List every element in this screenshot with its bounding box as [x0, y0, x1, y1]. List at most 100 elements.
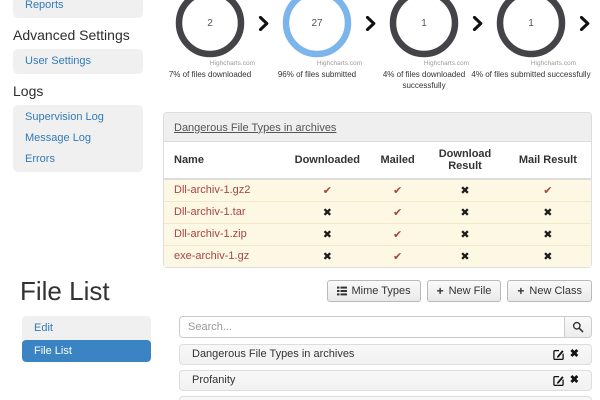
chart-files-submitted: 27 Highcharts.com 96% of files submitted — [270, 0, 364, 81]
mime-types-label: Mime Types — [351, 284, 411, 297]
status-mark: ✔ — [370, 200, 426, 224]
highcharts-credit[interactable]: Highcharts.com — [377, 60, 471, 67]
edit-icon[interactable] — [553, 349, 564, 360]
list-item[interactable]: Harmless Level 3 Files ✖ — [179, 395, 592, 400]
status-mark: ✔ — [370, 244, 426, 267]
nav-item-file-list[interactable]: File List — [22, 339, 151, 362]
plus-icon: + — [517, 283, 525, 298]
column-header-download-result: Download Result — [425, 141, 505, 180]
sidebar-item-message-log[interactable]: Message Log — [13, 128, 143, 149]
user-settings-box: User Settings — [13, 49, 143, 74]
new-file-label: New File — [448, 284, 492, 297]
column-header-downloaded: Downloaded — [284, 141, 371, 180]
table-header-row: Name Downloaded Mailed Download Result M… — [164, 141, 591, 180]
chart-submitted-successfully: 1 Highcharts.com 4% of files submitted s… — [471, 0, 591, 81]
plus-icon: + — [436, 283, 444, 298]
chevron-right-icon — [578, 16, 591, 31]
file-name-cell: exe-archiv-1.gz — [164, 244, 285, 267]
file-name-cell: Dll-archiv-1.zip — [164, 222, 285, 246]
file-name-cell: Dll-archiv-1.gz2 — [164, 178, 285, 202]
mime-types-button[interactable]: Mime Types — [326, 279, 421, 302]
delete-icon[interactable]: ✖ — [570, 374, 579, 386]
search-icon — [572, 321, 584, 333]
list-item[interactable]: Profanity ✖ — [179, 369, 592, 391]
table-row: Dll-archiv-1.zip ✖ ✔ ✖ ✖ — [164, 222, 591, 246]
donut-value: 1 — [528, 17, 534, 29]
app-page: Reports Advanced Settings User Settings … — [0, 0, 600, 400]
new-file-button[interactable]: + New File — [426, 279, 502, 302]
edit-icon[interactable] — [553, 375, 564, 386]
chevron-right-icon — [364, 16, 377, 31]
chart-files-downloaded: 2 Highcharts.com 7% of files downloaded — [163, 0, 257, 81]
chart-label: 7% of files downloaded — [168, 70, 252, 79]
table-row: exe-archiv-1.gz ✖ ✔ ✖ ✖ — [164, 244, 591, 267]
donut-chart: 1 — [496, 0, 566, 58]
status-mark: ✖ — [504, 222, 591, 246]
sidebar-item-user-settings[interactable]: User Settings — [13, 51, 143, 72]
sidebar-item-reports[interactable]: Reports — [13, 0, 143, 16]
dangerous-files-table: Name Downloaded Mailed Download Result M… — [164, 141, 591, 267]
status-mark: ✖ — [425, 222, 505, 246]
column-header-mail-result: Mail Result — [504, 141, 591, 180]
search-button[interactable] — [564, 315, 592, 338]
donut-chart: 2 — [175, 0, 245, 58]
donut-value: 2 — [207, 17, 213, 29]
status-mark: ✔ — [284, 178, 371, 202]
highcharts-credit[interactable]: Highcharts.com — [484, 60, 578, 67]
item-actions: ✖ — [553, 374, 579, 386]
search-bar — [179, 315, 592, 338]
search-input[interactable] — [179, 315, 564, 338]
list-icon — [336, 286, 347, 296]
file-list-sidebar: Edit File List — [20, 315, 165, 400]
status-mark: ✖ — [284, 200, 371, 224]
chart-label: 4% of files submitted successfully — [471, 70, 591, 79]
delete-icon[interactable]: ✖ — [570, 348, 579, 360]
sidebar-item-supervision-log[interactable]: Supervision Log — [13, 107, 143, 128]
donut-value: 27 — [311, 17, 323, 29]
dashboard-content: 2 Highcharts.com 7% of files downloaded … — [163, 0, 600, 268]
page-title: File List — [20, 275, 110, 306]
highcharts-credit[interactable]: Highcharts.com — [270, 60, 364, 67]
file-list-header: File List Mime Types + New File + New Cl… — [20, 276, 592, 306]
donut-value: 1 — [421, 17, 427, 29]
status-mark: ✖ — [504, 200, 591, 224]
list-item-label: Profanity — [192, 374, 236, 387]
status-mark: ✖ — [425, 178, 505, 202]
file-name-cell: Dll-archiv-1.tar — [164, 200, 285, 224]
status-mark: ✖ — [425, 244, 505, 267]
list-item[interactable]: Dangerous File Types in archives ✖ — [179, 343, 592, 365]
column-header-mailed: Mailed — [370, 141, 426, 180]
chart-label: 4% of files downloaded successfully — [382, 70, 466, 90]
table-row: Dll-archiv-1.gz2 ✔ ✔ ✖ ✔ — [164, 178, 591, 202]
status-mark: ✖ — [425, 200, 505, 224]
donut-chart: 1 — [389, 0, 459, 58]
nav-item-edit[interactable]: Edit — [22, 316, 151, 340]
chart-downloaded-successfully: 1 Highcharts.com 4% of files downloaded … — [377, 0, 471, 92]
highcharts-credit[interactable]: Highcharts.com — [163, 60, 257, 67]
sidebar-item-errors[interactable]: Errors — [13, 149, 143, 170]
chart-label: 96% of files submitted — [277, 70, 357, 79]
status-mark: ✖ — [284, 244, 371, 267]
reports-box: Reports — [13, 0, 143, 18]
dashboard-sidebar: Reports Advanced Settings User Settings … — [0, 0, 163, 268]
dashboard-section: Reports Advanced Settings User Settings … — [0, 0, 600, 268]
advanced-settings-heading: Advanced Settings — [13, 27, 130, 43]
chevron-right-icon — [471, 16, 484, 31]
dangerous-files-panel-link[interactable]: Dangerous File Types in archives — [174, 122, 336, 134]
status-mark: ✔ — [370, 222, 426, 246]
chevron-right-icon — [257, 16, 270, 31]
donut-charts-row: 2 Highcharts.com 7% of files downloaded … — [163, 0, 592, 92]
item-actions: ✖ — [553, 348, 579, 360]
file-list-nav: Edit File List — [22, 315, 151, 362]
list-item-label: Dangerous File Types in archives — [192, 348, 355, 361]
dangerous-files-panel: Dangerous File Types in archives Name Do… — [163, 111, 592, 268]
logs-box: Supervision Log Message Log Errors — [13, 105, 143, 172]
column-header-name: Name — [164, 141, 285, 180]
new-class-button[interactable]: + New Class — [507, 279, 592, 302]
new-class-label: New Class — [529, 284, 582, 297]
status-mark: ✔ — [504, 178, 591, 202]
table-row: Dll-archiv-1.tar ✖ ✔ ✖ ✖ — [164, 200, 591, 224]
logs-heading: Logs — [13, 83, 44, 99]
file-list-content: Dangerous File Types in archives ✖ Profa… — [165, 315, 592, 400]
status-mark: ✖ — [504, 244, 591, 267]
